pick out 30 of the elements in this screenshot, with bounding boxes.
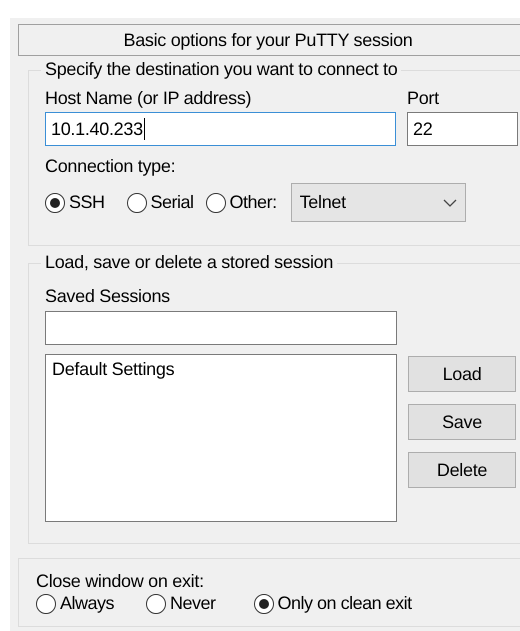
group-title: Load, save or delete a stored session bbox=[41, 252, 338, 273]
session-button[interactable]: Save bbox=[408, 404, 516, 440]
radio-label: Always bbox=[60, 593, 114, 614]
field-label: Connection type: bbox=[45, 156, 176, 177]
group-title: Specify the destination you want to connect to bbox=[41, 59, 402, 80]
field-label: Port bbox=[407, 88, 439, 109]
radio-button[interactable] bbox=[36, 594, 56, 614]
radio-label: SSH bbox=[69, 192, 105, 213]
radio-label: Other: bbox=[230, 192, 277, 213]
radio-button[interactable] bbox=[254, 594, 274, 614]
session-button[interactable]: Load bbox=[408, 356, 516, 392]
field-label: Host Name (or IP address) bbox=[45, 88, 252, 109]
radio-label: Never bbox=[170, 593, 216, 614]
port-field[interactable]: 22 bbox=[407, 112, 518, 146]
radio-button[interactable] bbox=[206, 192, 226, 212]
radio-button[interactable] bbox=[45, 192, 65, 212]
field-label: Saved Sessions bbox=[45, 286, 171, 307]
radio-button[interactable] bbox=[126, 192, 147, 212]
protocol-dropdown[interactable]: Telnet bbox=[290, 183, 466, 222]
list-item[interactable]: Default Settings bbox=[52, 359, 390, 380]
radio-label: Serial bbox=[150, 192, 194, 213]
dropdown-value: Telnet bbox=[300, 192, 346, 213]
host-name-field[interactable]: 10.1.40.233 bbox=[45, 112, 396, 146]
session-button[interactable]: Delete bbox=[408, 452, 516, 488]
radio-button[interactable] bbox=[146, 594, 166, 614]
field-label: Close window on exit: bbox=[36, 571, 205, 592]
chevron-down-icon bbox=[442, 198, 457, 206]
radio-label: Only on clean exit bbox=[278, 593, 412, 614]
saved-session-field[interactable] bbox=[45, 311, 397, 345]
panel-header: Basic options for your PuTTY session bbox=[18, 24, 520, 56]
